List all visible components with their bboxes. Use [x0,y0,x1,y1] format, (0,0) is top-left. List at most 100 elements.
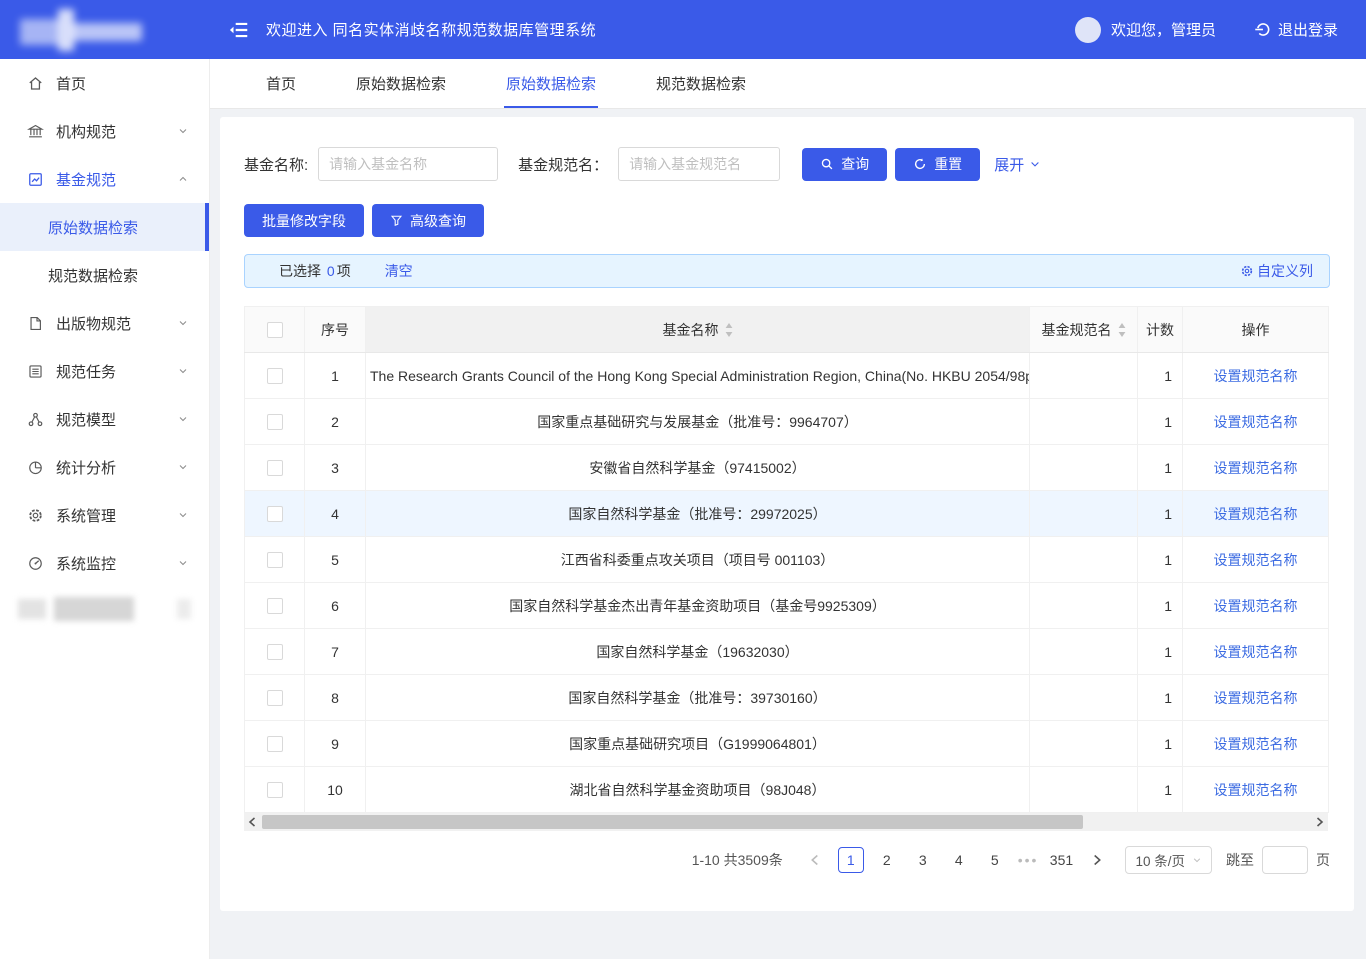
row-checkbox[interactable] [267,460,283,476]
sidebar-item-institution-norm[interactable]: 机构规范 [0,107,209,155]
row-select-cell [245,353,305,399]
set-norm-name-link[interactable]: 设置规范名称 [1214,460,1298,476]
action-cell: 设置规范名称 [1183,399,1329,445]
advanced-query-button[interactable]: 高级查询 [372,204,484,237]
table-row: 3 安徽省自然科学基金（97415002） 1 设置规范名称 [245,445,1329,491]
page-unit-label: 页 [1316,850,1330,870]
page-button-4[interactable]: 4 [946,847,972,873]
fund-norm-input[interactable] [618,147,780,181]
sort-icons[interactable] [1118,323,1126,337]
task-list-icon [26,363,44,380]
row-index-cell: 2 [305,399,366,445]
sidebar: 首页 机构规范 基金规范 原始数据检索 规范数据检索 出版物规范 规范任务 [0,59,210,959]
sidebar-item-fund-norm[interactable]: 基金规范 [0,155,209,203]
gear-icon [26,507,44,524]
reset-button[interactable]: 重置 [895,148,980,181]
select-all-checkbox[interactable] [267,322,283,338]
row-select-cell [245,399,305,445]
page-size-select[interactable]: 10 条/页 [1125,846,1212,874]
row-checkbox[interactable] [267,598,283,614]
set-norm-name-link[interactable]: 设置规范名称 [1214,368,1298,384]
page-ellipsis[interactable]: ••• [1018,852,1039,868]
page-button-1[interactable]: 1 [838,847,864,873]
scroll-left-arrow[interactable] [244,813,260,831]
tab-raw-data-search-2[interactable]: 原始数据检索 [476,59,626,108]
fund-norm-header: 基金规范名 [1030,307,1138,353]
tab-norm-data-search[interactable]: 规范数据检索 [626,59,776,108]
page-button-3[interactable]: 3 [910,847,936,873]
jump-page-input[interactable] [1262,846,1308,874]
row-checkbox[interactable] [267,690,283,706]
page-button-5[interactable]: 5 [982,847,1008,873]
set-norm-name-link[interactable]: 设置规范名称 [1214,506,1298,522]
set-norm-name-link[interactable]: 设置规范名称 [1214,690,1298,706]
count-cell: 1 [1138,353,1183,399]
menu-fold-icon[interactable] [228,19,250,41]
expand-link[interactable]: 展开 [994,154,1041,175]
page-button-last[interactable]: 351 [1048,847,1074,873]
tab-raw-data-search-1[interactable]: 原始数据检索 [326,59,476,108]
table-header-row: 序号 基金名称 基金规范名 计数 [245,307,1329,353]
scrollbar-track[interactable] [260,813,1312,831]
prev-page-button[interactable] [802,847,828,873]
chevron-down-icon [177,509,189,521]
row-select-cell [245,491,305,537]
row-checkbox[interactable] [267,368,283,384]
fund-name-cell: 国家重点基础研究项目（G1999064801） [366,721,1030,767]
sidebar-item-system-monitor[interactable]: 系统监控 [0,539,209,587]
chevron-down-icon [1192,855,1202,865]
row-checkbox[interactable] [267,736,283,752]
fund-name-cell: 江西省科委重点攻关项目（项目号 001103） [366,537,1030,583]
row-index-cell: 8 [305,675,366,721]
jump-to-label: 跳至 [1226,850,1254,870]
fund-name-cell: The Research Grants Council of the Hong … [366,353,1030,399]
table-row: 1 The Research Grants Council of the Hon… [245,353,1329,399]
sidebar-item-norm-data-search[interactable]: 规范数据检索 [0,251,209,299]
set-norm-name-link[interactable]: 设置规范名称 [1214,644,1298,660]
count-cell: 1 [1138,721,1183,767]
set-norm-name-link[interactable]: 设置规范名称 [1214,598,1298,614]
row-checkbox[interactable] [267,506,283,522]
fund-norm-label: 基金规范名： [518,154,608,175]
pie-chart-icon [26,459,44,476]
row-checkbox[interactable] [267,552,283,568]
row-checkbox[interactable] [267,414,283,430]
row-checkbox[interactable] [267,644,283,660]
welcome-text: 欢迎您，管理员 [1111,19,1216,40]
action-row: 批量修改字段 高级查询 [244,204,1330,237]
fund-norm-cell [1030,399,1138,445]
set-norm-name-link[interactable]: 设置规范名称 [1214,782,1298,798]
app-header: 欢迎进入 同名实体消歧名称规范数据库管理系统 欢迎您，管理员 退出登录 [0,0,1366,59]
customize-columns-link[interactable]: 自定义列 [1240,261,1313,281]
tab-home[interactable]: 首页 [236,59,326,108]
fund-name-input[interactable] [318,147,498,181]
fund-norm-cell [1030,675,1138,721]
sidebar-item-home[interactable]: 首页 [0,59,209,107]
filter-icon [390,214,403,227]
row-index-cell: 9 [305,721,366,767]
set-norm-name-link[interactable]: 设置规范名称 [1214,736,1298,752]
scroll-right-arrow[interactable] [1312,813,1328,831]
sidebar-item-system-management[interactable]: 系统管理 [0,491,209,539]
sidebar-item-statistics[interactable]: 统计分析 [0,443,209,491]
fund-name-cell: 湖北省自然科学基金资助项目（98J048） [366,767,1030,813]
query-button[interactable]: 查询 [802,148,887,181]
count-cell: 1 [1138,629,1183,675]
sort-icons[interactable] [725,323,733,337]
page-button-2[interactable]: 2 [874,847,900,873]
chevron-down-icon [177,413,189,425]
row-checkbox[interactable] [267,782,283,798]
set-norm-name-link[interactable]: 设置规范名称 [1214,414,1298,430]
clear-selection-link[interactable]: 清空 [385,261,413,281]
set-norm-name-link[interactable]: 设置规范名称 [1214,552,1298,568]
sidebar-item-norm-task[interactable]: 规范任务 [0,347,209,395]
sidebar-item-norm-model[interactable]: 规范模型 [0,395,209,443]
row-index-cell: 6 [305,583,366,629]
sidebar-item-raw-data-search[interactable]: 原始数据检索 [0,203,209,251]
scrollbar-thumb[interactable] [262,815,1083,829]
fund-norm-cell [1030,445,1138,491]
batch-edit-button[interactable]: 批量修改字段 [244,204,364,237]
next-page-button[interactable] [1084,847,1110,873]
logout-button[interactable]: 退出登录 [1254,19,1338,40]
sidebar-item-publication-norm[interactable]: 出版物规范 [0,299,209,347]
